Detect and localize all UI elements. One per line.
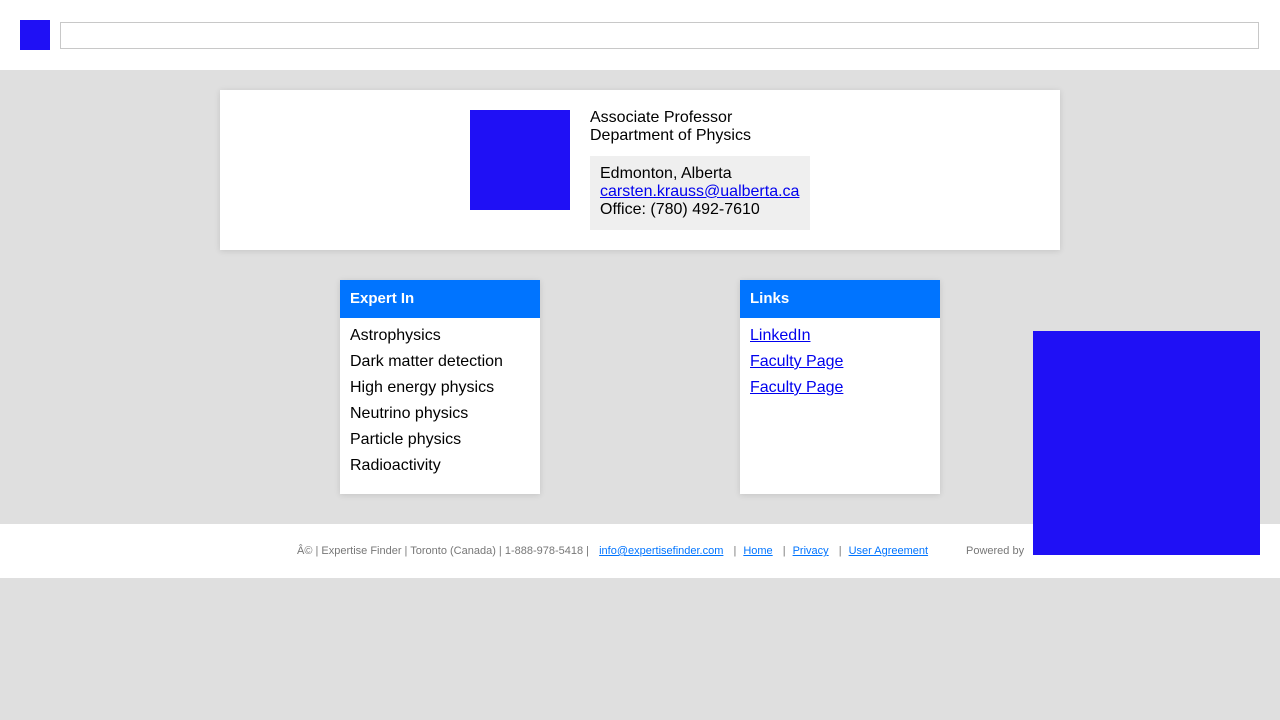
powered-by-text: Powered by — [966, 545, 1025, 557]
expertise-item: Astrophysics — [350, 327, 441, 344]
side-image-block — [1033, 331, 1260, 555]
links-heading: Links — [740, 280, 940, 318]
linkedin-link[interactable]: LinkedIn — [750, 327, 811, 344]
office-phone: Office: (780) 492-7610 — [600, 201, 760, 218]
links-list: LinkedIn Faculty Page Faculty Page — [740, 318, 940, 401]
expert-in-panel: Expert In Astrophysics Dark matter detec… — [340, 280, 540, 494]
expertise-item: Radioactivity — [350, 457, 441, 474]
contact-box: Edmonton, Alberta carsten.krauss@ualbert… — [590, 156, 810, 230]
expert-in-heading: Expert In — [340, 280, 540, 318]
profile-photo — [470, 110, 570, 210]
expertise-item: Neutrino physics — [350, 405, 469, 422]
footer-home-link[interactable]: Home — [743, 545, 772, 557]
profile-card: Associate Professor Department of Physic… — [220, 90, 1060, 250]
location-text: Edmonton, Alberta — [600, 165, 732, 182]
links-panel: Links LinkedIn Faculty Page Faculty Page — [740, 280, 940, 494]
footer-separator: | — [782, 545, 786, 557]
expertise-item: High energy physics — [350, 379, 495, 396]
footer-user-agreement-link[interactable]: User Agreement — [849, 545, 928, 557]
expertise-item: Particle physics — [350, 431, 462, 448]
top-bar — [0, 0, 1280, 70]
department-name: Department of Physics — [590, 127, 751, 144]
logo-image[interactable] — [20, 20, 50, 50]
search-input[interactable] — [60, 22, 1259, 49]
expertise-item: Dark matter detection — [350, 353, 503, 370]
footer-links: Â© | Expertise Finder | Toronto (Canada)… — [297, 544, 928, 558]
footer-email-link[interactable]: info@expertisefinder.com — [599, 545, 723, 557]
footer-separator: | — [838, 545, 842, 557]
footer-separator: | — [733, 545, 737, 557]
footer-privacy-link[interactable]: Privacy — [793, 545, 829, 557]
expertise-list: Astrophysics Dark matter detection High … — [340, 318, 540, 479]
faculty-page-link[interactable]: Faculty Page — [750, 353, 843, 370]
faculty-page-link-2[interactable]: Faculty Page — [750, 379, 843, 396]
copyright-text: Â© | Expertise Finder | Toronto (Canada)… — [297, 545, 590, 557]
position-title: Associate Professor — [590, 109, 733, 126]
email-link[interactable]: carsten.krauss@ualberta.ca — [600, 183, 800, 201]
